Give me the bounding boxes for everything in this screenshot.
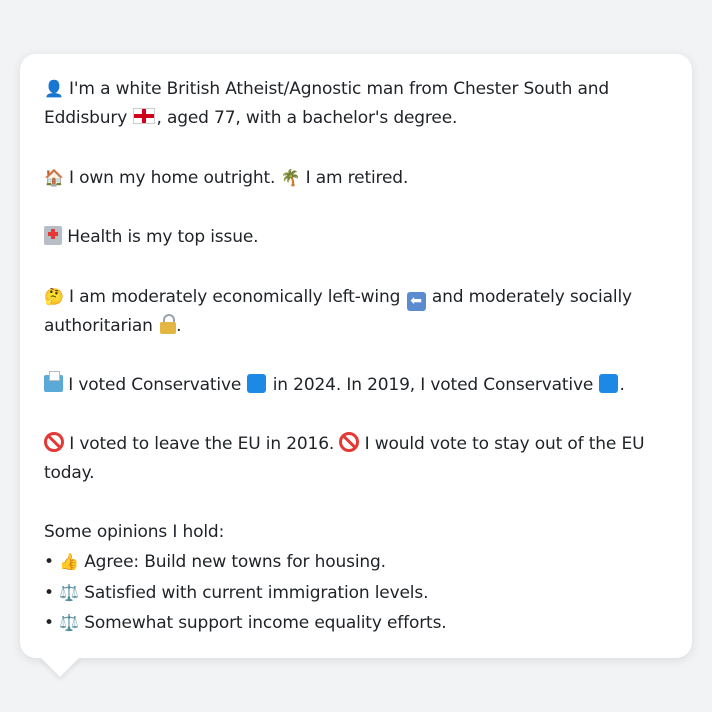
left-arrow-icon: ⬅ xyxy=(406,291,426,311)
opinions-section: Some opinions I hold: • 👍 Agree: Build n… xyxy=(44,518,668,639)
identity-age-degree: , aged 77, with a bachelor's degree. xyxy=(156,108,458,129)
vote-2019-text: in 2024. In 2019, I voted Conservative xyxy=(272,375,594,395)
top-issue-text: Health is my top issue. xyxy=(67,227,259,247)
palm-tree-icon: 🌴 xyxy=(280,168,301,188)
brexit-today-text: today. xyxy=(44,463,95,484)
house-icon: 🏠 xyxy=(44,168,64,188)
home-paragraph: 🏠 I own my home outright. 🌴 I am retired… xyxy=(44,163,668,193)
brexit-line-1: I voted to leave the EU in 2016. I would… xyxy=(44,430,668,459)
balance-scale-icon: ⚖️ xyxy=(59,582,79,602)
votes-line: I voted Conservative in 2024. In 2019, I… xyxy=(44,371,668,400)
opinion-text: Agree: Build new towns for housing. xyxy=(84,552,386,573)
health-line: Health is my top issue. xyxy=(44,223,668,252)
vote-2024-text: I voted Conservative xyxy=(68,375,242,395)
ideology-line-2: authoritarian . xyxy=(44,312,668,341)
ballot-box-icon xyxy=(44,371,63,392)
persona-bio-text: 👤 I'm a white British Atheist/Agnostic m… xyxy=(44,74,668,639)
ideology-paragraph: 🤔 I am moderately economically left-wing… xyxy=(44,282,668,342)
votes-period: . xyxy=(619,375,625,395)
votes-paragraph: I voted Conservative in 2024. In 2019, I… xyxy=(44,371,668,400)
brexit-line-2: today. xyxy=(44,459,668,488)
referendum-vote-text: I voted to leave the EU in 2016. xyxy=(69,433,335,454)
identity-paragraph: 👤 I'm a white British Atheist/Agnostic m… xyxy=(44,74,668,134)
bullet: • xyxy=(44,552,54,573)
opinion-text: Satisfied with current immigration level… xyxy=(84,582,429,603)
opinions-heading: Some opinions I hold: xyxy=(44,522,225,542)
no-entry-icon xyxy=(339,431,360,452)
identity-line-1: 👤 I'm a white British Atheist/Agnostic m… xyxy=(44,74,668,104)
brexit-paragraph: I voted to leave the EU in 2016. I would… xyxy=(44,430,668,489)
opinion-text: Somewhat support income equality efforts… xyxy=(84,613,447,634)
social-position-text: authoritarian xyxy=(44,316,153,337)
england-flag-icon xyxy=(133,108,156,125)
economic-text: I am moderately economically left-wing xyxy=(69,286,401,307)
home-ownership-text: I own my home outright. xyxy=(69,168,276,189)
list-item: • 👍 Agree: Build new towns for housing. xyxy=(44,547,668,577)
thumbs-up-icon: 👍 xyxy=(59,552,79,572)
balance-scale-icon: ⚖️ xyxy=(59,613,79,633)
current-eu-stance-text: I would vote to stay out of the EU xyxy=(364,433,645,454)
social-text: and moderately socially xyxy=(431,286,632,307)
lock-icon xyxy=(160,314,177,335)
identity-location-end: Eddisbury xyxy=(44,108,128,129)
home-line: 🏠 I own my home outright. 🌴 I am retired… xyxy=(44,163,668,193)
blue-square-icon xyxy=(599,374,619,393)
persona-message-card: 👤 I'm a white British Atheist/Agnostic m… xyxy=(20,54,692,658)
speech-bubble-tail xyxy=(40,657,80,677)
health-paragraph: Health is my top issue. xyxy=(44,223,668,252)
employment-text: I am retired. xyxy=(305,168,409,189)
hospital-icon xyxy=(44,226,62,245)
bullet: • xyxy=(44,613,54,634)
bust-in-silhouette-icon: 👤 xyxy=(44,79,64,98)
blue-square-icon xyxy=(247,374,267,393)
list-item: • ⚖️ Somewhat support income equality ef… xyxy=(44,608,668,638)
ideology-period: . xyxy=(176,316,182,337)
ideology-line-1: 🤔 I am moderately economically left-wing… xyxy=(44,282,668,312)
no-entry-icon xyxy=(44,431,64,452)
list-item: • ⚖️ Satisfied with current immigration … xyxy=(44,578,668,608)
identity-text: I'm a white British Atheist/Agnostic man… xyxy=(69,79,609,99)
bullet: • xyxy=(44,582,54,603)
thinking-face-icon: 🤔 xyxy=(44,286,64,306)
identity-line-2: Eddisbury , aged 77, with a bachelor's d… xyxy=(44,104,668,133)
